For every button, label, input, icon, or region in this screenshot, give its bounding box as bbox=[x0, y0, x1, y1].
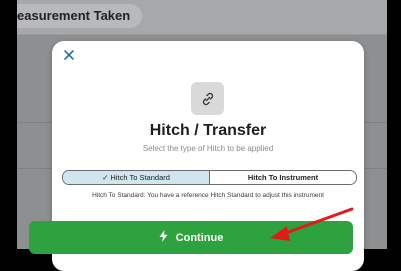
annotation-arrow-icon bbox=[270, 207, 354, 241]
